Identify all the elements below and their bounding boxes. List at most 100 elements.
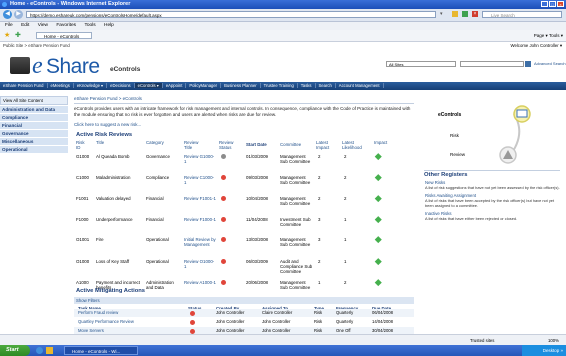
nav-item[interactable]: Tasks	[297, 83, 316, 88]
risk-title[interactable]: Fire	[96, 237, 140, 242]
menu-favorites[interactable]: Favorites	[56, 23, 76, 28]
live-search-input[interactable]: Live Search	[482, 11, 562, 18]
col-header-committee[interactable]: Committee	[280, 142, 301, 147]
task-name-link[interactable]: Quartley Performance Review	[78, 318, 134, 326]
leftnav-item[interactable]: Compliance	[0, 114, 68, 122]
nav-item-selected[interactable]: eControls ▾	[134, 83, 163, 88]
col-header-review-title[interactable]: Review Title	[184, 140, 204, 150]
col-header-latest-impact[interactable]: Latest Impact	[316, 140, 336, 150]
latest-likelihood: 1	[344, 259, 347, 264]
menu-tools[interactable]: Tools	[84, 23, 95, 28]
review-title-link[interactable]: Initial Review by Management	[184, 237, 216, 247]
review-title-link[interactable]: Review G1000-1	[184, 154, 216, 164]
welcome-menu[interactable]: Welcome John Controller ▾	[510, 42, 562, 49]
menu-file[interactable]: File	[5, 23, 13, 28]
risk-title[interactable]: Valuation delayed	[96, 196, 140, 201]
leftnav-item[interactable]: Administration and Data	[0, 106, 68, 114]
nav-item[interactable]: Search	[315, 83, 336, 88]
risk-title[interactable]: Maladministration	[96, 175, 140, 180]
favorites-star-icon[interactable]: ★	[4, 32, 11, 39]
nav-item[interactable]: eShare Pension Fund	[0, 83, 48, 88]
risk-id: O1000	[76, 259, 90, 264]
nav-item[interactable]: Business Planner	[221, 83, 261, 88]
impact-indicator-icon	[375, 216, 382, 223]
col-header-latest-likelihood[interactable]: Latest Likelihood	[342, 140, 366, 150]
menu-view[interactable]: View	[38, 23, 48, 28]
add-favorite-icon[interactable]: ✚	[15, 32, 22, 39]
risk-title[interactable]: Loss of Key Staff	[96, 259, 140, 264]
quicklaunch-folder-icon[interactable]	[46, 347, 53, 354]
task-type: Risk	[314, 319, 323, 324]
risk-title[interactable]: Al Queada Bomb	[96, 154, 140, 159]
start-button[interactable]: Start	[0, 345, 30, 356]
back-icon[interactable]: ◀	[3, 10, 12, 19]
review-status-icon	[221, 237, 226, 242]
col-header-title[interactable]: Title	[96, 140, 104, 145]
risk-id: C1000	[76, 175, 89, 180]
stop-icon[interactable]: ×	[472, 11, 478, 17]
minimize-icon[interactable]: _	[541, 1, 548, 7]
col-header-risk-id[interactable]: Risk ID	[76, 140, 90, 150]
mitigation-row[interactable]: Perform Fraud review John Controller Clair…	[74, 309, 414, 317]
leftnav-item[interactable]: Miscellaneous	[0, 138, 68, 146]
leftnav-item[interactable]: Governance	[0, 130, 68, 138]
review-title-link[interactable]: Review A1000-1	[184, 280, 216, 285]
browser-tab[interactable]: Home - eControls	[36, 32, 92, 39]
nav-item[interactable]: Trustee Training	[260, 83, 298, 88]
show-filters-link[interactable]: Show Filters	[74, 297, 414, 304]
advanced-search-link[interactable]: Advanced Search	[534, 61, 566, 67]
ie-icon	[2, 2, 7, 7]
diagram-risk-label[interactable]: Risk	[450, 133, 459, 138]
close-icon[interactable]: ×	[557, 1, 564, 7]
search-scope-select[interactable]: All Sites	[386, 61, 456, 67]
nav-item[interactable]: eDecisions	[107, 83, 135, 88]
site-breadcrumb[interactable]: Public Site > eShare Pension Fund	[0, 43, 70, 48]
nav-item[interactable]: eKnowledge ▾	[73, 83, 108, 88]
committee: Management Sub Committee	[280, 154, 311, 164]
leftnav-item[interactable]: Operational	[0, 146, 68, 154]
risk-category: Governance	[146, 154, 170, 159]
nav-item[interactable]: eMeetings	[47, 83, 74, 88]
refresh-icon[interactable]	[462, 11, 468, 17]
review-title-link[interactable]: Review C1000-1	[184, 175, 216, 185]
latest-impact: 2	[318, 154, 321, 159]
site-search-input[interactable]	[460, 61, 524, 67]
menu-help[interactable]: Help	[104, 23, 114, 28]
logo-e: e	[32, 53, 43, 79]
suggest-risk-link[interactable]: Click here to suggest a new risk...	[74, 122, 141, 127]
col-header-review-status[interactable]: Review Status	[219, 140, 239, 150]
review-status-icon	[221, 217, 226, 222]
forward-icon[interactable]: ▶	[14, 10, 23, 19]
latest-likelihood: 1	[344, 217, 347, 222]
due-date: 06/04/2008	[372, 310, 393, 315]
maximize-icon[interactable]: □	[549, 1, 556, 7]
command-bar-tools[interactable]: Page ▾ Tools ▾	[534, 32, 563, 39]
lock-icon[interactable]	[452, 11, 458, 17]
latest-impact: 1	[318, 280, 321, 285]
task-name-link[interactable]: Perform Fraud review	[78, 309, 118, 317]
risk-title[interactable]: Underperformance	[96, 217, 140, 222]
search-go-icon[interactable]	[525, 61, 531, 67]
diagram-review-label[interactable]: Review	[450, 152, 465, 157]
address-dropdown-icon[interactable]: ▾	[440, 11, 446, 18]
mitigation-row[interactable]: Quartley Performance Review John Controll…	[74, 318, 414, 326]
review-title-link[interactable]: Review F1001-1	[184, 196, 216, 201]
col-header-impact[interactable]: Impact	[374, 140, 387, 145]
col-header-start-date[interactable]: Start Date	[246, 142, 267, 147]
page-breadcrumb[interactable]: eShare Pension Fund > eControls	[74, 96, 142, 101]
col-header-category[interactable]: Category	[146, 140, 164, 145]
leftnav-item[interactable]: Financial	[0, 122, 68, 130]
view-all-content-link[interactable]: View All Site Content	[0, 96, 68, 105]
mitigating-actions-title: Active Mitigating Actions	[76, 288, 146, 294]
review-title-link[interactable]: Review O1000-1	[184, 259, 216, 269]
taskbar-window-item[interactable]: Home - eControls - Wi...	[64, 346, 138, 355]
review-title-link[interactable]: Review F1000-1	[184, 217, 216, 222]
nav-item[interactable]: PolicyManager	[186, 83, 222, 88]
nav-item[interactable]: Account Management	[335, 83, 384, 88]
menu-edit[interactable]: Edit	[21, 23, 29, 28]
other-registers-title: Other Registers	[424, 172, 468, 178]
quicklaunch-ie-icon[interactable]	[36, 347, 43, 354]
address-input[interactable]: https://demo.eshareuk.com/pensions/eCont…	[26, 11, 436, 18]
risk-id: O1001	[76, 237, 90, 242]
nav-item[interactable]: eAppoint	[162, 83, 187, 88]
